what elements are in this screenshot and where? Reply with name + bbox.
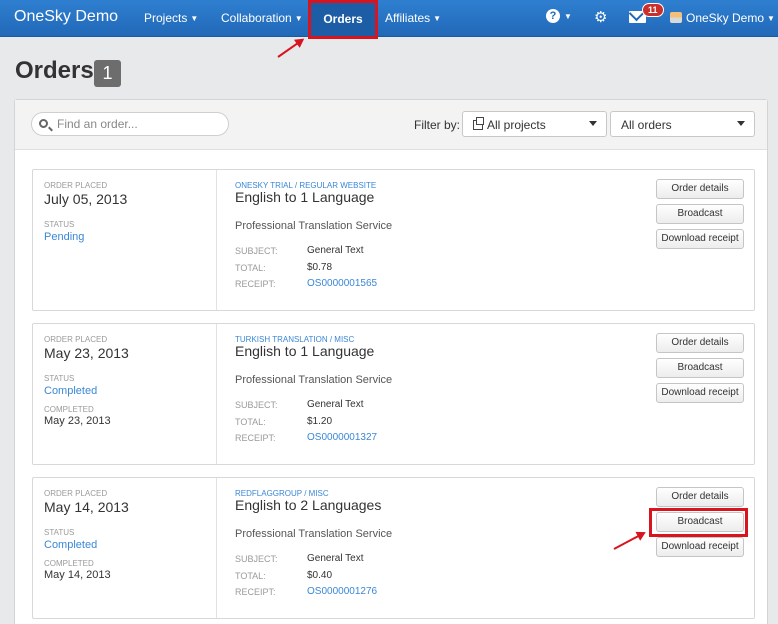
order-placed-label: ORDER PLACED [44,335,108,344]
order-card: ORDER PLACED July 05, 2013 STATUS Pendin… [32,169,755,311]
completed-label: COMPLETED [44,559,94,568]
order-title: English to 1 Language [235,189,375,205]
avatar[interactable] [670,12,682,23]
help-icon[interactable]: ? [546,9,560,23]
service-name: Professional Translation Service [235,528,393,540]
status-label: STATUS [44,220,75,229]
status-value[interactable]: Completed [44,539,97,551]
status-value[interactable]: Pending [44,231,84,243]
total-value: $0.78 [307,262,333,273]
order-placed-date: May 23, 2013 [44,345,129,361]
count-badge: 1 [94,60,121,87]
project-filter-label: All projects [487,118,546,132]
subject-value: General Text [307,245,364,256]
order-title: English to 2 Languages [235,497,382,513]
order-summary: ORDER PLACED July 05, 2013 STATUS Pendin… [33,170,217,310]
order-placed-date: May 14, 2013 [44,499,129,515]
subject-value: General Text [307,399,364,410]
order-summary: ORDER PLACED May 14, 2013 STATUS Complet… [33,478,217,618]
nav-collaboration-label: Collaboration [221,11,292,25]
search-box[interactable] [31,112,229,136]
subject-label: SUBJECT: [235,400,278,410]
service-name: Professional Translation Service [235,220,393,232]
completed-date: May 23, 2013 [44,415,111,427]
filter-toolbar: Filter by: All projects All orders [15,100,767,150]
total-label: TOTAL: [235,417,266,427]
order-summary: ORDER PLACED May 23, 2013 STATUS Complet… [33,324,217,464]
annotation-arrow [277,38,304,58]
broadcast-button[interactable]: Broadcast [656,204,744,224]
caret-down-icon: ▼ [190,14,199,23]
order-placed-label: ORDER PLACED [44,489,108,498]
completed-date: May 14, 2013 [44,569,111,581]
status-value[interactable]: Completed [44,385,97,397]
project-filter-value: All projects [473,117,546,132]
nav-collaboration[interactable]: Collaboration ▼ [221,11,303,25]
nav-projects-label: Projects [144,11,188,25]
nav-affiliates[interactable]: Affiliates ▼ [385,11,441,25]
download-receipt-button[interactable]: Download receipt [656,537,744,557]
order-details-button[interactable]: Order details [656,487,744,507]
download-receipt-button[interactable]: Download receipt [656,383,744,403]
completed-label: COMPLETED [44,405,94,414]
caret-down-icon: ▼ [294,14,303,23]
gear-icon[interactable]: ⚙ [594,8,607,26]
order-filter-select[interactable]: All orders [610,111,755,137]
subject-label: SUBJECT: [235,246,278,256]
receipt-link[interactable]: OS0000001276 [307,586,377,597]
order-placed-label: ORDER PLACED [44,181,108,190]
order-title: English to 1 Language [235,343,375,359]
status-label: STATUS [44,374,75,383]
receipt-link[interactable]: OS0000001327 [307,432,377,443]
receipt-label: RECEIPT: [235,587,276,597]
user-menu[interactable]: OneSky Demo ▼ [686,11,775,25]
projects-icon [473,117,484,130]
highlight-box [308,0,378,39]
subject-value: General Text [307,553,364,564]
total-value: $0.40 [307,570,333,581]
total-label: TOTAL: [235,571,266,581]
order-filter-value: All orders [621,118,672,132]
caret-down-icon: ▼ [564,12,572,21]
top-navbar: OneSky Demo Projects ▼ Collaboration ▼ Ord… [0,0,778,37]
orders-panel: Filter by: All projects All orders ORDER… [14,99,768,624]
filter-label: Filter by: [414,118,461,132]
highlight-box [649,508,748,537]
brand-logo[interactable]: OneSky Demo [14,8,118,26]
page-title: Orders [15,57,94,84]
order-card: ORDER PLACED May 14, 2013 STATUS Complet… [32,477,755,619]
order-details-button[interactable]: Order details [656,333,744,353]
nav-affiliates-label: Affiliates [385,11,431,25]
order-details-button[interactable]: Order details [656,179,744,199]
caret-down-icon: ▼ [767,14,775,23]
search-input[interactable] [57,116,222,132]
subject-label: SUBJECT: [235,554,278,564]
notification-badge: 11 [642,3,664,17]
user-name: OneSky Demo [686,11,765,25]
search-icon [39,119,48,128]
receipt-label: RECEIPT: [235,433,276,443]
caret-down-icon [737,121,745,126]
receipt-label: RECEIPT: [235,279,276,289]
nav-projects[interactable]: Projects ▼ [144,11,198,25]
caret-down-icon [589,121,597,126]
receipt-link[interactable]: OS0000001565 [307,278,377,289]
caret-down-icon: ▼ [433,14,442,23]
project-filter-select[interactable]: All projects [462,111,607,137]
total-value: $1.20 [307,416,333,427]
order-placed-date: July 05, 2013 [44,191,128,207]
order-card: ORDER PLACED May 23, 2013 STATUS Complet… [32,323,755,465]
download-receipt-button[interactable]: Download receipt [656,229,744,249]
service-name: Professional Translation Service [235,374,393,386]
total-label: TOTAL: [235,263,266,273]
status-label: STATUS [44,528,75,537]
broadcast-button[interactable]: Broadcast [656,358,744,378]
